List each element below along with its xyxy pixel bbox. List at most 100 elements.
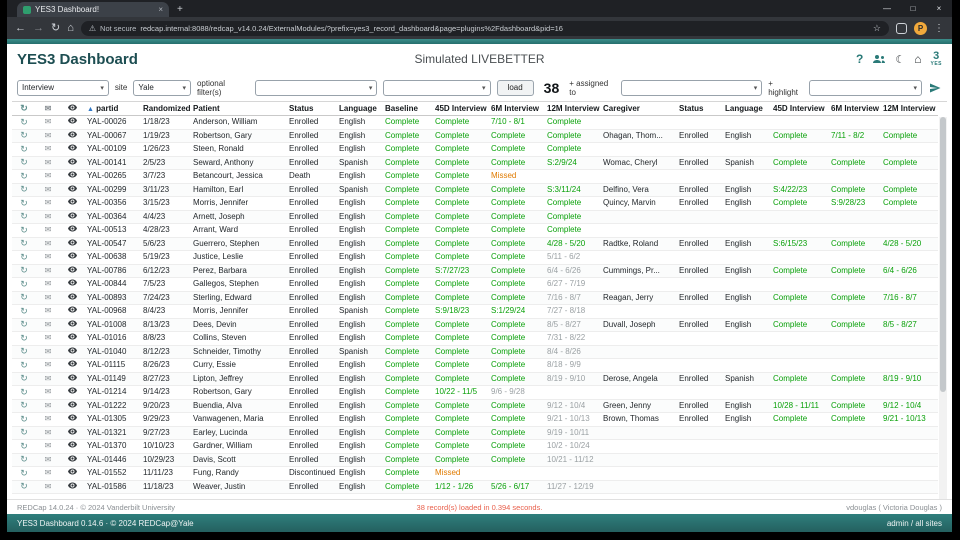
table-row[interactable]: ↻ ✉ YAL-00109 1/26/23 Steen, Ronald Enrolled E… [12, 142, 938, 157]
table-row[interactable]: ↻ ✉ YAL-00299 3/11/23 Hamilton, Earl Enrolled… [12, 183, 938, 197]
table-row[interactable]: ↻ ✉ YAL-01214 9/14/23 Robertson, Gary Enrolle… [12, 385, 938, 400]
refresh-record-icon[interactable]: ↻ [20, 198, 28, 208]
view-record-icon[interactable] [67, 293, 77, 302]
refresh-column-header[interactable]: ↻ [12, 102, 36, 116]
table-row[interactable]: ↻ ✉ YAL-00547 5/6/23 Guerrero, Stephen Enroll… [12, 237, 938, 251]
column-header-partid[interactable]: ▲ partid [84, 102, 140, 116]
address-bar[interactable]: ⚠ Not secure redcap.internal:8088/redcap… [80, 20, 889, 36]
view-record-icon[interactable] [67, 401, 77, 410]
browser-home-icon[interactable]: ⌂ [67, 22, 74, 34]
table-scrollbar[interactable] [939, 117, 947, 499]
profile-avatar[interactable]: P [914, 21, 927, 35]
view-record-icon[interactable] [67, 482, 77, 491]
email-record-icon[interactable]: ✉ [45, 428, 52, 437]
refresh-record-icon[interactable]: ↻ [20, 130, 28, 140]
table-row[interactable]: ↻ ✉ YAL-00356 3/15/23 Morris, Jennifer Enroll… [12, 196, 938, 211]
view-record-icon[interactable] [67, 225, 77, 234]
refresh-record-icon[interactable]: ↻ [20, 238, 28, 248]
bookmark-star-icon[interactable]: ☆ [873, 23, 881, 34]
column-header-language[interactable]: Language [336, 102, 382, 116]
forward-icon[interactable]: → [33, 22, 44, 34]
email-record-icon[interactable]: ✉ [45, 252, 52, 261]
table-row[interactable]: ↻ ✉ YAL-00786 6/12/23 Perez, Barbara Enrolled… [12, 264, 938, 278]
refresh-record-icon[interactable]: ↻ [20, 333, 28, 343]
refresh-record-icon[interactable]: ↻ [20, 265, 28, 275]
view-record-icon[interactable] [67, 333, 77, 342]
view-record-icon[interactable] [67, 198, 77, 207]
view-record-icon[interactable] [67, 212, 77, 221]
column-header-status[interactable]: Status [286, 102, 336, 116]
back-icon[interactable]: ← [15, 22, 26, 34]
refresh-record-icon[interactable]: ↻ [20, 400, 28, 410]
email-record-icon[interactable]: ✉ [45, 239, 52, 248]
view-record-icon[interactable] [67, 374, 77, 383]
refresh-record-icon[interactable]: ↻ [20, 184, 28, 194]
table-row[interactable]: ↻ ✉ YAL-00026 1/18/23 Anderson, William Enrol… [12, 115, 938, 130]
email-column-header[interactable]: ✉ [36, 102, 60, 116]
help-icon[interactable]: ? [856, 52, 863, 66]
refresh-record-icon[interactable]: ↻ [20, 346, 28, 356]
refresh-record-icon[interactable]: ↻ [20, 454, 28, 464]
view-record-icon[interactable] [67, 171, 77, 180]
tab-close-icon[interactable]: × [158, 5, 163, 14]
table-row[interactable]: ↻ ✉ YAL-00141 2/5/23 Seward, Anthony Enrolled… [12, 156, 938, 170]
refresh-record-icon[interactable]: ↻ [20, 306, 28, 316]
column-header-caregiver-language[interactable]: Language [722, 102, 770, 116]
window-maximize-button[interactable]: □ [900, 4, 926, 13]
reload-icon[interactable]: ↻ [51, 22, 60, 34]
email-record-icon[interactable]: ✉ [45, 333, 52, 342]
column-header-caregiver-12m[interactable]: 12M Interview [880, 102, 938, 116]
view-record-icon[interactable] [67, 428, 77, 437]
email-record-icon[interactable]: ✉ [45, 455, 52, 464]
view-record-icon[interactable] [67, 239, 77, 248]
table-row[interactable]: ↻ ✉ YAL-00067 1/19/23 Robertson, Gary Enrolle… [12, 129, 938, 143]
column-header-caregiver-status[interactable]: Status [676, 102, 722, 116]
window-close-button[interactable]: × [926, 4, 952, 13]
table-row[interactable]: ↻ ✉ YAL-00265 3/7/23 Betancourt, Jessica Deat… [12, 169, 938, 184]
email-record-icon[interactable]: ✉ [45, 347, 52, 356]
refresh-record-icon[interactable]: ↻ [20, 373, 28, 383]
refresh-record-icon[interactable]: ↻ [20, 387, 28, 397]
table-row[interactable]: ↻ ✉ YAL-00893 7/24/23 Sterling, Edward Enroll… [12, 291, 938, 305]
view-record-icon[interactable] [67, 414, 77, 423]
new-tab-button[interactable]: + [177, 4, 183, 15]
view-record-icon[interactable] [67, 266, 77, 275]
column-header-6m-interview[interactable]: 6M Interview [488, 102, 544, 116]
refresh-record-icon[interactable]: ↻ [20, 225, 28, 235]
refresh-record-icon[interactable]: ↻ [20, 252, 28, 262]
load-button[interactable]: load [496, 79, 534, 96]
column-header-caregiver[interactable]: Caregiver [600, 102, 676, 116]
email-record-icon[interactable]: ✉ [45, 360, 52, 369]
scrollbar-thumb[interactable] [940, 117, 946, 393]
table-row[interactable]: ↻ ✉ YAL-01222 9/20/23 Buendia, Alva Enrolled E… [12, 399, 938, 413]
email-record-icon[interactable]: ✉ [45, 387, 52, 396]
email-record-icon[interactable]: ✉ [45, 441, 52, 450]
view-record-icon[interactable] [67, 185, 77, 194]
column-header-caregiver-6m[interactable]: 6M Interview [828, 102, 880, 116]
cohort-select[interactable]: Interview ▾ [17, 79, 109, 96]
refresh-record-icon[interactable]: ↻ [20, 427, 28, 437]
email-record-icon[interactable]: ✉ [45, 266, 52, 275]
email-record-icon[interactable]: ✉ [45, 482, 52, 491]
browser-menu-icon[interactable]: ⋮ [934, 23, 944, 34]
column-header-randomized[interactable]: Randomized [140, 102, 190, 116]
refresh-record-icon[interactable]: ↻ [20, 279, 28, 289]
view-record-icon[interactable] [67, 468, 77, 477]
view-record-icon[interactable] [67, 252, 77, 261]
optional-filter-2-select[interactable]: ▾ [383, 79, 491, 96]
view-record-icon[interactable] [67, 387, 77, 396]
email-record-icon[interactable]: ✉ [45, 131, 52, 140]
view-record-icon[interactable] [67, 455, 77, 464]
table-row[interactable]: ↻ ✉ YAL-01016 8/8/23 Collins, Steven Enrolled… [12, 331, 938, 346]
refresh-record-icon[interactable]: ↻ [20, 481, 28, 491]
refresh-record-icon[interactable]: ↻ [20, 157, 28, 167]
table-row[interactable]: ↻ ✉ YAL-01370 10/10/23 Gardner, William Enrol… [12, 439, 938, 454]
table-row[interactable]: ↻ ✉ YAL-01552 11/11/23 Fung, Randy Discontinu… [12, 466, 938, 481]
view-record-icon[interactable] [67, 158, 77, 167]
refresh-record-icon[interactable]: ↻ [20, 292, 28, 302]
refresh-record-icon[interactable]: ↻ [20, 319, 28, 329]
email-record-icon[interactable]: ✉ [45, 212, 52, 221]
refresh-record-icon[interactable]: ↻ [20, 144, 28, 154]
browser-tab[interactable]: YES3 Dashboard! × [17, 2, 169, 17]
assigned-to-select[interactable]: ▾ [620, 79, 763, 96]
